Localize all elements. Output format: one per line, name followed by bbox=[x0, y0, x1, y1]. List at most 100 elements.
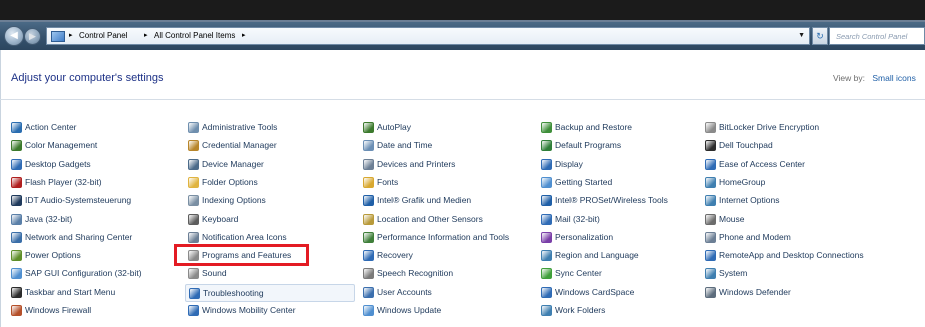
sound-icon bbox=[188, 268, 199, 279]
address-bar[interactable]: ▸ Control Panel ▸ All Control Panel Item… bbox=[46, 27, 810, 45]
item-label: Administrative Tools bbox=[202, 122, 278, 132]
microphone-icon bbox=[363, 268, 374, 279]
recovery-icon bbox=[363, 250, 374, 261]
item-label: Windows Defender bbox=[719, 287, 791, 297]
search-placeholder: Search Control Panel bbox=[836, 32, 908, 41]
notification-icon bbox=[188, 232, 199, 243]
sync-icon bbox=[541, 268, 552, 279]
item-label: Troubleshooting bbox=[203, 288, 264, 298]
item-label: System bbox=[719, 268, 748, 278]
java-icon bbox=[11, 214, 22, 225]
network-icon bbox=[11, 232, 22, 243]
navigation-bar: ◀ ▶ ▸ Control Panel ▸ All Control Panel … bbox=[0, 22, 925, 50]
forward-button[interactable]: ▶ bbox=[24, 28, 41, 45]
header-divider bbox=[0, 99, 925, 100]
breadcrumb-control-panel[interactable]: Control Panel bbox=[79, 31, 127, 40]
keyboard-icon bbox=[188, 214, 199, 225]
troubleshooting-icon bbox=[189, 288, 200, 299]
breadcrumb-all-items[interactable]: All Control Panel Items bbox=[154, 31, 235, 40]
view-by-dropdown[interactable]: Small icons bbox=[872, 73, 915, 83]
page-title: Adjust your computer's settings bbox=[11, 72, 164, 84]
windows-update-icon bbox=[363, 305, 374, 316]
autoplay-icon bbox=[363, 122, 374, 133]
item-label: User Accounts bbox=[377, 287, 432, 297]
chevron-down-icon[interactable]: ▼ bbox=[798, 32, 805, 39]
item-label: Performance Information and Tools bbox=[377, 232, 510, 242]
globe-icon bbox=[541, 250, 552, 261]
window-titlebar bbox=[0, 0, 925, 22]
backup-icon bbox=[541, 122, 552, 133]
view-by-control: View by: Small icons bbox=[833, 73, 916, 83]
search-input[interactable]: Search Control Panel bbox=[829, 27, 925, 45]
item-label: Mail (32-bit) bbox=[555, 214, 600, 224]
mobility-icon bbox=[188, 305, 199, 316]
fonts-icon bbox=[363, 177, 374, 188]
work-folders-icon bbox=[541, 305, 552, 316]
sensors-icon bbox=[363, 214, 374, 225]
item-label: Power Options bbox=[25, 250, 81, 260]
credential-icon bbox=[188, 140, 199, 151]
item-label: RemoteApp and Desktop Connections bbox=[719, 250, 864, 260]
item-label: HomeGroup bbox=[719, 177, 766, 187]
item-label: Windows Mobility Center bbox=[202, 305, 296, 315]
device-manager-icon bbox=[188, 159, 199, 170]
item-label: Region and Language bbox=[555, 250, 639, 260]
cardspace-icon bbox=[541, 287, 552, 298]
item-label: Backup and Restore bbox=[555, 122, 633, 132]
item-label: Recovery bbox=[377, 250, 413, 260]
clock-icon bbox=[363, 140, 374, 151]
item-label: Ease of Access Center bbox=[719, 159, 805, 169]
item-label: Work Folders bbox=[555, 305, 606, 315]
item-label: Java (32-bit) bbox=[25, 214, 73, 224]
chevron-right-icon[interactable]: ▸ bbox=[242, 31, 246, 39]
item-label: Getting Started bbox=[555, 177, 613, 187]
item-label: Sound bbox=[202, 268, 227, 278]
item-label: Mouse bbox=[719, 214, 745, 224]
item-label: Location and Other Sensors bbox=[377, 214, 483, 224]
item-label: Notification Area Icons bbox=[202, 232, 287, 242]
highlight-annotation bbox=[174, 244, 309, 266]
printer-icon bbox=[363, 159, 374, 170]
item-label: Credential Manager bbox=[202, 140, 277, 150]
mouse-icon bbox=[705, 214, 716, 225]
audio-icon bbox=[11, 195, 22, 206]
item-label: SAP GUI Configuration (32-bit) bbox=[25, 268, 142, 278]
item-label: Taskbar and Start Menu bbox=[25, 287, 116, 297]
content-pane bbox=[0, 50, 925, 327]
item-label: Action Center bbox=[25, 122, 77, 132]
ease-of-access-icon bbox=[705, 159, 716, 170]
item-label: Windows Update bbox=[377, 305, 442, 315]
folder-icon bbox=[188, 177, 199, 188]
item-label: Phone and Modem bbox=[719, 232, 791, 242]
back-button[interactable]: ◀ bbox=[4, 26, 24, 46]
defender-icon bbox=[705, 287, 716, 298]
chevron-right-icon[interactable]: ▸ bbox=[69, 31, 73, 39]
getting-started-icon bbox=[541, 177, 552, 188]
default-programs-icon bbox=[541, 140, 552, 151]
flash-icon bbox=[11, 177, 22, 188]
item-label: Windows Firewall bbox=[25, 305, 92, 315]
internet-options-icon bbox=[705, 195, 716, 206]
display-icon bbox=[541, 159, 552, 170]
item-label: Intel® Grafik und Medien bbox=[377, 195, 472, 205]
item-label: IDT Audio-Systemsteuerung bbox=[25, 195, 132, 205]
firewall-icon bbox=[11, 305, 22, 316]
chevron-right-icon[interactable]: ▸ bbox=[144, 31, 148, 39]
item-label: BitLocker Drive Encryption bbox=[719, 122, 820, 132]
item-label: Internet Options bbox=[719, 195, 780, 205]
item-label: Flash Player (32-bit) bbox=[25, 177, 102, 187]
item-troubleshooting[interactable]: Troubleshooting bbox=[185, 284, 355, 302]
monitor-color-icon bbox=[11, 140, 22, 151]
item-label: Speech Recognition bbox=[377, 268, 454, 278]
phone-modem-icon bbox=[705, 232, 716, 243]
item-label: AutoPlay bbox=[377, 122, 412, 132]
indexing-icon bbox=[188, 195, 199, 206]
item-label: Indexing Options bbox=[202, 195, 266, 205]
flag-icon bbox=[11, 122, 22, 133]
gadgets-icon bbox=[11, 159, 22, 170]
power-icon bbox=[11, 250, 22, 261]
item-label: Network and Sharing Center bbox=[25, 232, 133, 242]
refresh-button[interactable]: ↻ bbox=[812, 27, 828, 45]
item-label: Default Programs bbox=[555, 140, 622, 150]
item-label: Fonts bbox=[377, 177, 399, 187]
